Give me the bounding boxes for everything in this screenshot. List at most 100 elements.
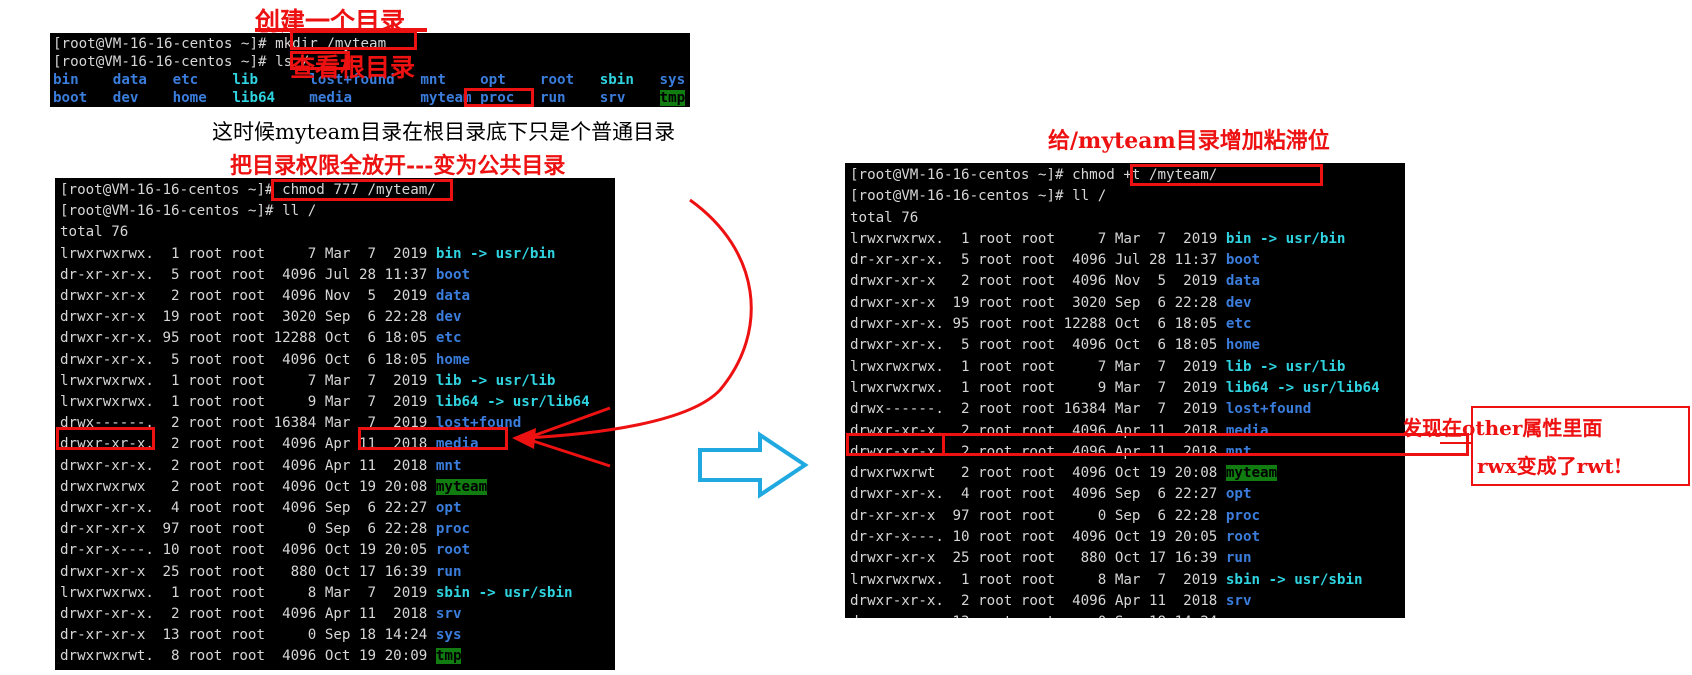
row-group: root — [1020, 571, 1064, 588]
total-line: total 76 — [850, 208, 1405, 229]
row-name: etc — [1225, 316, 1252, 333]
row-name: mnt — [435, 457, 462, 474]
row-size: 0 — [1064, 614, 1115, 618]
row-size: 4096 — [273, 351, 325, 368]
row-time: 2018 — [1174, 422, 1226, 439]
row-time: 20:08 — [1174, 465, 1226, 482]
row-permissions: drwxr-xr-x. — [60, 351, 163, 368]
row-permissions: drwxr-xr-x — [60, 288, 163, 305]
row-month: Sep — [324, 627, 359, 644]
row-size: 4096 — [1063, 443, 1115, 460]
row-link-count: 2 — [952, 422, 979, 439]
row-permissions: lrwxrwxrwx. — [850, 358, 953, 375]
row-name: tmp — [435, 648, 462, 665]
row-symlink-target: -> usr/lib — [1260, 358, 1346, 375]
row-time: 2019 — [384, 288, 436, 305]
row-link-count: 1 — [162, 372, 189, 389]
row-month: Jul — [324, 266, 359, 283]
row-group: root — [230, 436, 274, 453]
table-row: lrwxrwxrwx. 1 root root 8 Mar 7 2019 sbi… — [60, 583, 615, 604]
row-name: boot — [435, 266, 471, 283]
row-owner: root — [978, 358, 1021, 375]
row-owner: root — [188, 330, 231, 347]
table-row: drwxr-xr-x. 2 root root 4096 Apr 11 2018… — [60, 604, 615, 625]
annotation-create-directory: 创建一个目录 — [255, 7, 406, 36]
row-link-count: 10 — [162, 542, 189, 559]
row-time: 16:39 — [384, 563, 436, 580]
row-owner: root — [188, 500, 231, 517]
row-link-count: 4 — [162, 500, 189, 517]
row-permissions: dr-xr-xr-x — [60, 627, 163, 644]
row-size: 4096 — [273, 648, 325, 665]
row-name: run — [1225, 550, 1252, 567]
row-link-count: 2 — [952, 273, 979, 290]
ls-entry-proc: proc — [480, 90, 515, 106]
row-month: Nov — [324, 288, 359, 305]
row-day: 17 — [358, 563, 385, 580]
table-row: drwxr-xr-x 25 root root 880 Oct 17 16:39… — [850, 548, 1405, 569]
row-owner: root — [188, 542, 231, 559]
row-name: data — [435, 288, 471, 305]
terminal-left-chmod777[interactable]: [root@VM-16-16-centos ~]# chmod 777 /myt… — [55, 178, 615, 670]
row-time: 2018 — [384, 436, 436, 453]
row-month: Mar — [324, 372, 359, 389]
row-size: 4096 — [1063, 529, 1115, 546]
row-time: 20:05 — [1174, 529, 1226, 546]
row-day: 7 — [358, 394, 385, 411]
row-link-count: 95 — [952, 316, 979, 333]
shell-prompt: [root@VM-16-16-centos ~]# — [53, 54, 276, 70]
row-time: 22:28 — [384, 521, 436, 538]
row-time: 2019 — [1174, 571, 1226, 588]
row-link-count: 2 — [162, 606, 189, 623]
row-month: Mar — [1114, 401, 1149, 418]
row-day: 6 — [358, 330, 385, 347]
row-day: 6 — [1148, 486, 1175, 503]
row-group: root — [230, 372, 274, 389]
row-permissions: lrwxrwxrwx. — [850, 230, 953, 247]
row-symlink-target: -> usr/sbin — [1268, 571, 1363, 588]
row-month: Sep — [324, 500, 359, 517]
row-size: 9 — [273, 394, 325, 411]
row-size: 0 — [273, 521, 325, 538]
terminal-right-sticky[interactable]: [root@VM-16-16-centos ~]# chmod +t /myte… — [845, 163, 1405, 618]
row-month: Oct — [1114, 529, 1149, 546]
row-group: root — [1020, 252, 1064, 269]
row-month: Apr — [324, 606, 359, 623]
annotation-add-sticky-bit: 给/myteam目录增加粘滞位 — [1048, 128, 1330, 154]
shell-prompt: [root@VM-16-16-centos ~]# — [850, 188, 1073, 205]
row-name: lib — [435, 372, 462, 389]
row-group: root — [1020, 230, 1064, 247]
ls-entry-sbin: sbin — [599, 72, 634, 88]
ls-entry-mnt: mnt — [420, 72, 446, 88]
row-owner: root — [188, 288, 231, 305]
row-owner: root — [188, 648, 231, 665]
row-owner: root — [978, 294, 1021, 311]
row-group: root — [1020, 294, 1064, 311]
row-day: 6 — [1148, 507, 1175, 524]
row-symlink-target: -> usr/lib64 — [1277, 379, 1380, 396]
row-owner: root — [188, 394, 231, 411]
row-permissions: drwxr-xr-x — [60, 563, 163, 580]
row-month: Jul — [1114, 252, 1149, 269]
row-group: root — [1020, 379, 1064, 396]
row-day: 5 — [358, 288, 385, 305]
row-time: 2018 — [1174, 592, 1226, 609]
row-group: root — [1020, 337, 1064, 354]
table-row: lrwxrwxrwx. 1 root root 8 Mar 7 2019 sbi… — [850, 570, 1405, 591]
row-group: root — [230, 584, 274, 601]
row-permissions: dr-xr-x---. — [850, 529, 953, 546]
table-row: drwxrwxrwt 2 root root 4096 Oct 19 20:08… — [850, 463, 1405, 484]
row-name: lost+found — [435, 415, 522, 432]
row-size: 3020 — [1063, 294, 1115, 311]
row-month: Mar — [1114, 358, 1149, 375]
row-day: 6 — [1148, 294, 1175, 311]
row-size: 7 — [1063, 358, 1115, 375]
row-size: 0 — [273, 627, 325, 644]
row-month: Mar — [324, 584, 359, 601]
total-label: total 76 — [850, 209, 919, 226]
row-owner: root — [188, 478, 231, 495]
row-permissions: lrwxrwxrwx. — [850, 379, 953, 396]
row-time: 16:39 — [1174, 550, 1226, 567]
ls-entry-lib: lib — [232, 72, 259, 88]
row-group: root — [230, 415, 274, 432]
